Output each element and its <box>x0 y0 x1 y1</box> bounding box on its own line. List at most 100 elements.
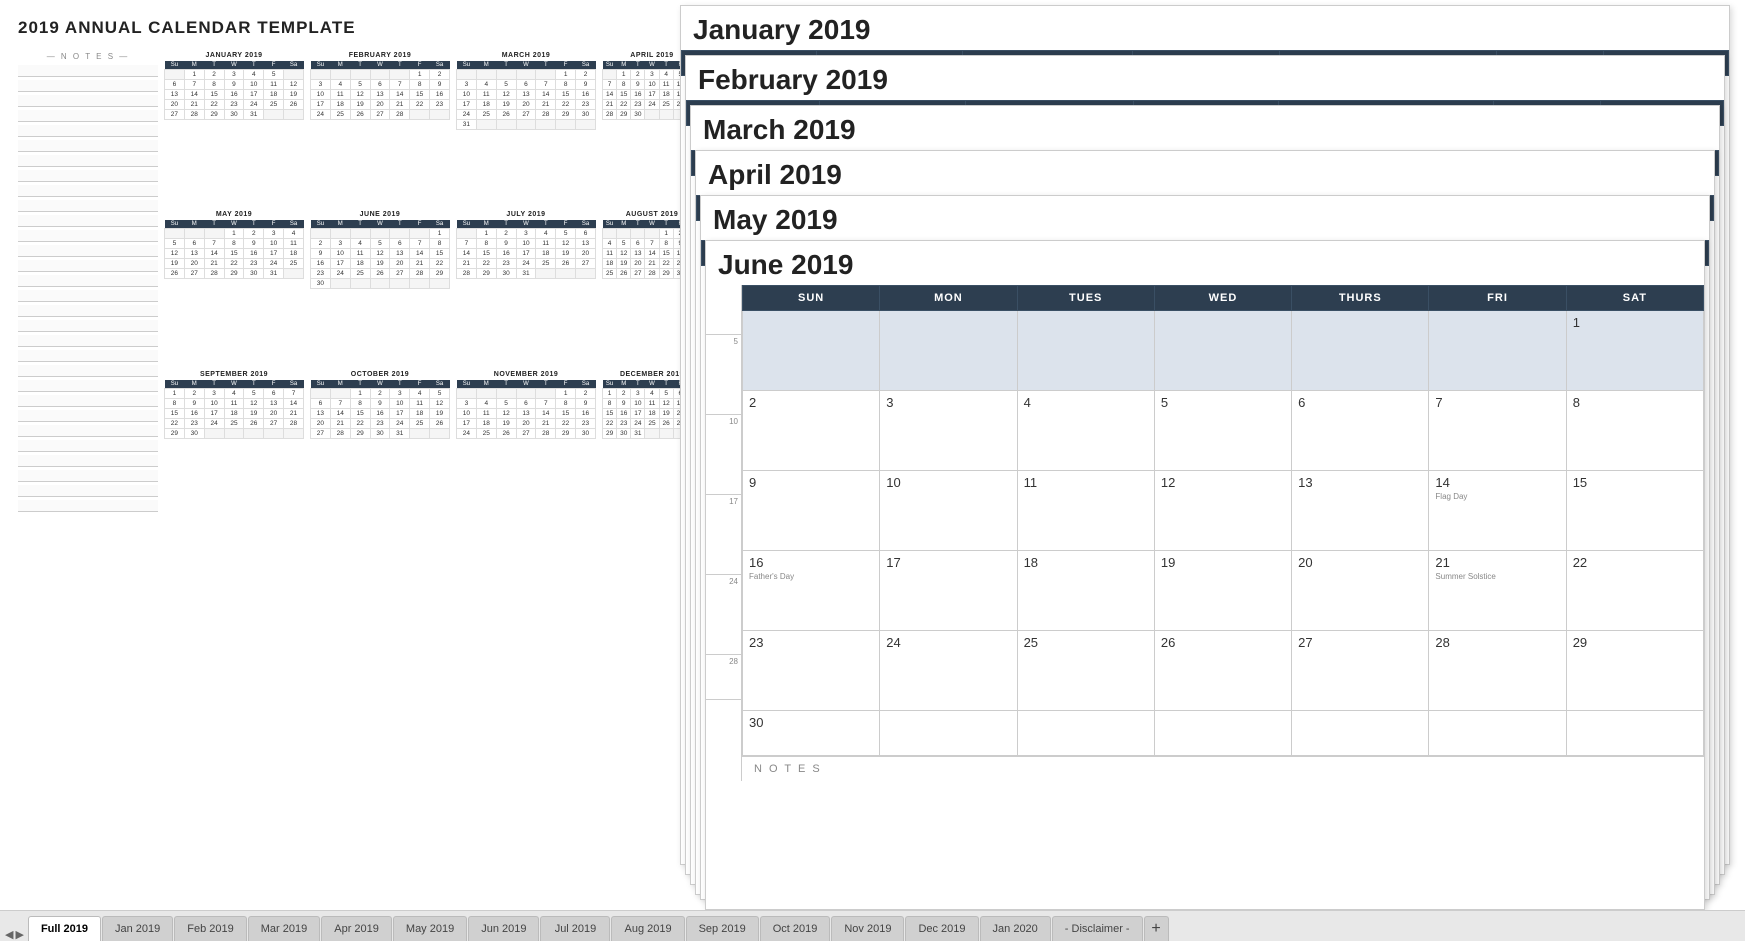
annual-title: 2019 ANNUAL CALENDAR TEMPLATE <box>18 18 642 38</box>
right-panel: January 2019 SUN MON TUES WED THURS FRI … <box>660 0 1745 910</box>
jun-day-0-3 <box>1154 311 1291 391</box>
jun-day-5-3 <box>1154 711 1291 756</box>
jun-week-4: 23242526272829 <box>743 631 1704 711</box>
jun-day-5-0: 30 <box>743 711 880 756</box>
jun-week-0: 1 <box>743 311 1704 391</box>
add-sheet-button[interactable]: + <box>1144 916 1169 941</box>
jun-sheet: June 2019 510172428 SUNMONTUESWEDTHURSFR… <box>705 240 1705 910</box>
jun-side: 510172428 <box>706 285 742 781</box>
jun-day-2-2: 11 <box>1017 471 1154 551</box>
jun-week-5: 30 <box>743 711 1704 756</box>
jun-main: 510172428 SUNMONTUESWEDTHURSFRISAT 12345… <box>706 285 1704 781</box>
jun-col-tues: TUES <box>1017 286 1154 311</box>
tab-scroll-left[interactable]: ◀ <box>5 928 13 941</box>
jun-day-0-6: 1 <box>1566 311 1703 391</box>
tab-scroll-right[interactable]: ▶ <box>15 928 23 941</box>
mini-cal-2: MARCH 2019SuMTWTFSa123456789101112131415… <box>456 52 596 199</box>
tab-aug-2019[interactable]: Aug 2019 <box>611 916 684 941</box>
jun-day-4-3: 26 <box>1154 631 1291 711</box>
mini-cal-9: OCTOBER 2019SuMTWTFSa1234567891011121314… <box>310 371 450 508</box>
jun-day-0-2 <box>1017 311 1154 391</box>
jun-day-2-5: 14Flag Day <box>1429 471 1566 551</box>
jun-day-3-0: 16Father's Day <box>743 551 880 631</box>
main-area: 2019 ANNUAL CALENDAR TEMPLATE JANUARY 20… <box>0 0 1745 910</box>
mini-cal-6: JULY 2019SuMTWTFSa1234567891011121314151… <box>456 211 596 358</box>
jun-day-2-3: 12 <box>1154 471 1291 551</box>
tab-full-2019[interactable]: Full 2019 <box>28 916 101 941</box>
jun-day-5-6 <box>1566 711 1703 756</box>
tab-jul-2019[interactable]: Jul 2019 <box>540 916 610 941</box>
may-title: May 2019 <box>701 196 1709 240</box>
jun-side-label-4: 24 <box>706 575 741 655</box>
jun-week-1: 2345678 <box>743 391 1704 471</box>
jun-day-0-1 <box>880 311 1017 391</box>
jun-day-4-5: 28 <box>1429 631 1566 711</box>
mar-title: March 2019 <box>691 106 1719 150</box>
jun-day-0-4 <box>1292 311 1429 391</box>
jun-day-1-2: 4 <box>1017 391 1154 471</box>
jun-day-5-2 <box>1017 711 1154 756</box>
mini-cal-5: JUNE 2019SuMTWTFSa1234567891011121314151… <box>310 211 450 358</box>
tab-feb-2019[interactable]: Feb 2019 <box>174 916 246 941</box>
jun-col-sun: SUN <box>743 286 880 311</box>
mini-cal-1: FEBRUARY 2019SuMTWTFSa123456789101112131… <box>310 52 450 199</box>
jun-day-3-5: 21Summer Solstice <box>1429 551 1566 631</box>
jun-week-2: 91011121314Flag Day15 <box>743 471 1704 551</box>
tab---disclaimer--[interactable]: - Disclaimer - <box>1052 916 1143 941</box>
jun-side-label-1: 5 <box>706 335 741 415</box>
jun-day-0-5 <box>1429 311 1566 391</box>
mini-calendars-grid: JANUARY 2019SuMTWTFSa1234567891011121314… <box>18 52 642 520</box>
jun-side-label-3: 17 <box>706 495 741 575</box>
tab-nov-2019[interactable]: Nov 2019 <box>831 916 904 941</box>
jun-day-4-0: 23 <box>743 631 880 711</box>
jun-day-5-4 <box>1292 711 1429 756</box>
jun-day-2-6: 15 <box>1566 471 1703 551</box>
jun-day-2-0: 9 <box>743 471 880 551</box>
jan-title: January 2019 <box>681 6 1729 50</box>
jun-day-3-6: 22 <box>1566 551 1703 631</box>
jun-title: June 2019 <box>706 241 1704 285</box>
jun-day-3-2: 18 <box>1017 551 1154 631</box>
tab-bar: ◀▶ Full 2019Jan 2019Feb 2019Mar 2019Apr 2… <box>0 910 1745 941</box>
tab-dec-2019[interactable]: Dec 2019 <box>905 916 978 941</box>
mini-cal-10: NOVEMBER 2019SuMTWTFSa123456789101112131… <box>456 371 596 508</box>
jun-day-0-0 <box>743 311 880 391</box>
jun-day-3-4: 20 <box>1292 551 1429 631</box>
jun-day-1-4: 6 <box>1292 391 1429 471</box>
jun-col-sat: SAT <box>1566 286 1703 311</box>
tab-mar-2019[interactable]: Mar 2019 <box>248 916 320 941</box>
jun-side-label-0 <box>706 285 741 335</box>
tab-jan-2019[interactable]: Jan 2019 <box>102 916 173 941</box>
jun-day-1-6: 8 <box>1566 391 1703 471</box>
notes-mini-col: — N O T E S — <box>18 52 158 512</box>
jun-side-label-5: 28 <box>706 655 741 700</box>
jun-day-5-5 <box>1429 711 1566 756</box>
jun-col-wed: WED <box>1154 286 1291 311</box>
apr-title: April 2019 <box>696 151 1714 195</box>
mini-cal-8: SEPTEMBER 2019SuMTWTFSa12345678910111213… <box>164 371 304 508</box>
tab-jan-2020[interactable]: Jan 2020 <box>980 916 1051 941</box>
jun-day-4-2: 25 <box>1017 631 1154 711</box>
holiday-label-3-5: Summer Solstice <box>1435 572 1559 581</box>
tab-oct-2019[interactable]: Oct 2019 <box>760 916 831 941</box>
jun-col-thurs: THURS <box>1292 286 1429 311</box>
mini-cal-4: MAY 2019SuMTWTFSa12345678910111213141516… <box>164 211 304 358</box>
tab-may-2019[interactable]: May 2019 <box>393 916 467 941</box>
jun-day-4-4: 27 <box>1292 631 1429 711</box>
jun-day-4-6: 29 <box>1566 631 1703 711</box>
jun-day-1-1: 3 <box>880 391 1017 471</box>
jun-day-5-1 <box>880 711 1017 756</box>
jun-day-4-1: 24 <box>880 631 1017 711</box>
fathers-day-label: Father's Day <box>749 572 873 581</box>
jun-day-2-4: 13 <box>1292 471 1429 551</box>
jun-side-label-2: 10 <box>706 415 741 495</box>
jun-notes: N O T E S <box>742 756 1704 781</box>
tab-apr-2019[interactable]: Apr 2019 <box>321 916 392 941</box>
jun-day-1-3: 5 <box>1154 391 1291 471</box>
jun-week-3: 16Father's Day1718192021Summer Solstice2… <box>743 551 1704 631</box>
jun-day-3-1: 17 <box>880 551 1017 631</box>
tab-sep-2019[interactable]: Sep 2019 <box>686 916 759 941</box>
mini-cal-0: JANUARY 2019SuMTWTFSa1234567891011121314… <box>164 52 304 199</box>
tab-jun-2019[interactable]: Jun 2019 <box>468 916 539 941</box>
jun-day-1-0: 2 <box>743 391 880 471</box>
